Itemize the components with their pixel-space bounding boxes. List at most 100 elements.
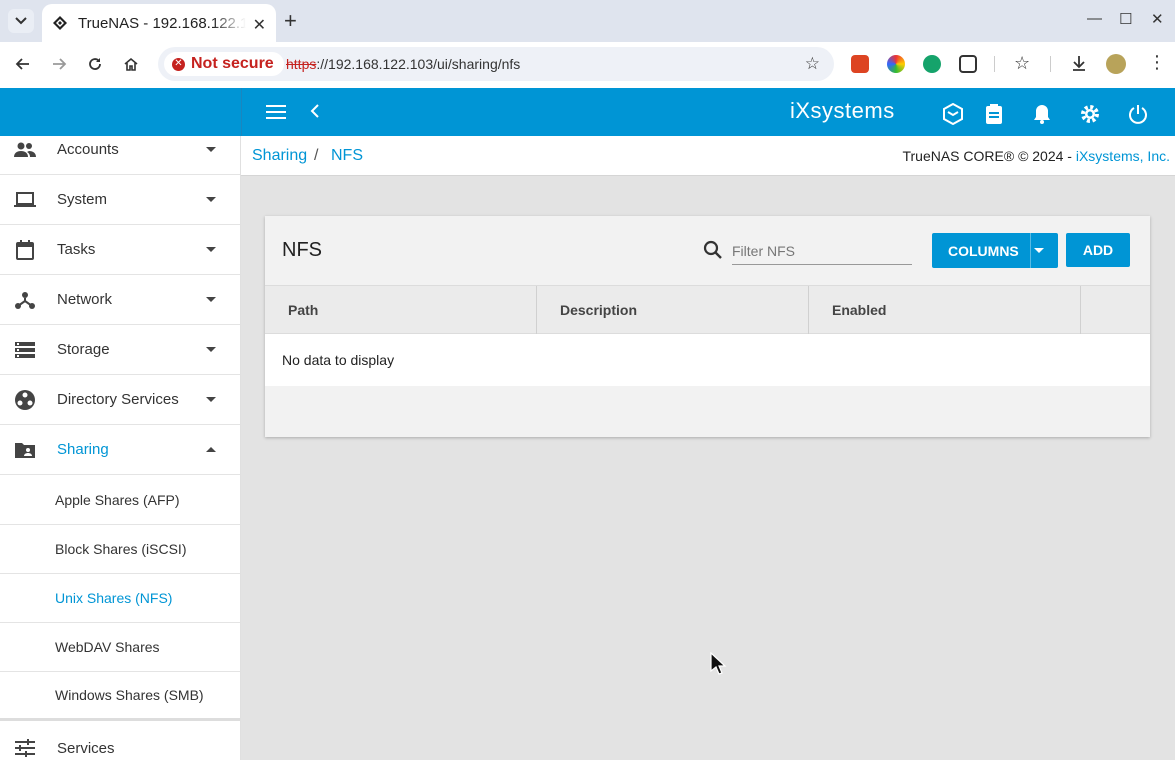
page-title: NFS [282,239,322,261]
laptop-icon [14,189,36,211]
sidebar-subitem-afp[interactable]: Apple Shares (AFP) [0,476,240,525]
close-icon[interactable]: ✕ [253,15,266,35]
chevron-down-icon [206,297,216,302]
mouse-cursor-icon [710,652,727,675]
forward-arrow-icon[interactable] [48,53,70,75]
sidebar: Accounts System Tasks Network Storage Di [0,136,241,760]
sidebar-item-system[interactable]: System [0,175,240,225]
tab-search-button[interactable] [8,9,34,33]
home-icon[interactable] [120,53,142,75]
bell-icon[interactable] [1030,102,1054,126]
warning-icon: ✕ [172,57,185,71]
truecommand-icon[interactable] [941,102,965,126]
columns-button[interactable]: COLUMNS [932,233,1058,268]
company-link[interactable]: iXsystems, Inc. [1076,148,1170,164]
network-icon [14,289,36,311]
sidebar-subitem-smb[interactable]: Windows Shares (SMB) [0,672,240,721]
toolbar-divider-2 [1050,56,1051,72]
reload-icon[interactable] [84,53,106,75]
security-chip[interactable]: ✕ Not secure [164,52,284,76]
sidebar-subitem-label: Unix Shares (NFS) [55,590,173,606]
sidebar-subitem-label: WebDAV Shares [55,639,160,655]
gear-icon[interactable] [1078,102,1102,126]
chevron-down-icon [206,247,216,252]
directory-icon [14,389,36,411]
extensions-puzzle-icon[interactable] [959,55,977,73]
filter-input[interactable] [732,238,912,265]
kebab-menu-icon[interactable]: ⋮ [1148,52,1166,73]
profile-avatar[interactable] [1106,54,1126,74]
sidebar-item-label: Services [57,739,115,757]
grammarly-extension-icon[interactable] [923,55,941,73]
calendar-icon [14,239,36,261]
sidebar-item-directory-services[interactable]: Directory Services [0,375,240,425]
sidebar-item-accounts[interactable]: Accounts [0,136,240,175]
sidebar-item-tasks[interactable]: Tasks [0,225,240,275]
maximize-icon[interactable]: ☐ [1119,10,1132,28]
color-extension-icon[interactable] [887,55,905,73]
sidebar-item-label: Tasks [57,241,96,258]
browser-tab-bar: TrueNAS - 192.168.122.103 ✕ + — ☐ ✕ [0,0,1175,42]
tune-icon [14,737,36,759]
sidebar-subitem-label: Windows Shares (SMB) [55,687,204,703]
sidebar-item-label: Directory Services [57,391,179,408]
button-divider [1030,233,1031,268]
bookmark-star-icon[interactable]: ☆ [805,54,820,74]
sidebar-subitem-nfs[interactable]: Unix Shares (NFS) [0,574,240,623]
breadcrumb-separator: / [314,147,319,164]
download-icon[interactable] [1070,54,1088,77]
people-icon [14,139,36,161]
toolbar-divider [994,56,995,72]
sidebar-item-label: Storage [57,341,110,358]
sidebar-item-services[interactable]: Services [0,723,240,760]
column-header-description[interactable]: Description [537,286,809,334]
sidebar-subitem-iscsi[interactable]: Block Shares (iSCSI) [0,525,240,574]
breadcrumb-nfs[interactable]: NFS [331,147,363,165]
search-icon [703,240,722,259]
breadcrumb: Sharing / NFS TrueNAS CORE® © 2024 - iXs… [241,136,1175,176]
header-divider [241,88,242,136]
add-button[interactable]: ADD [1066,233,1130,267]
copyright-prefix: TrueNAS CORE® © 2024 - [902,148,1076,164]
minimize-icon[interactable]: — [1087,10,1102,27]
table-header: Path Description Enabled [265,285,1150,334]
column-header-path[interactable]: Path [265,286,537,334]
breadcrumb-sharing[interactable]: Sharing [252,147,307,165]
sidebar-item-storage[interactable]: Storage [0,325,240,375]
url-scheme: https [286,56,317,72]
browser-tab[interactable]: TrueNAS - 192.168.122.103 ✕ [42,4,276,42]
sidebar-item-label: Network [57,291,113,308]
columns-button-label: COLUMNS [948,242,1019,259]
chevron-down-icon [206,147,216,152]
folder-shared-icon [14,439,36,461]
chevron-up-icon [206,447,216,452]
window-close-icon[interactable]: ✕ [1151,10,1164,28]
empty-state-message: No data to display [282,352,395,368]
truenas-favicon-icon [53,16,67,30]
security-label: Not secure [191,55,274,72]
sidebar-item-network[interactable]: Network [0,275,240,325]
new-tab-icon[interactable]: + [284,9,297,33]
copyright-text: TrueNAS CORE® © 2024 - iXsystems, Inc. [902,148,1170,164]
column-header-enabled[interactable]: Enabled [809,286,1081,334]
power-icon[interactable] [1126,102,1150,126]
url-text[interactable]: https://192.168.122.103/ui/sharing/nfs [286,56,520,72]
ixsystems-logo: iXsystems [790,98,895,123]
sidebar-subitem-webdav[interactable]: WebDAV Shares [0,623,240,672]
caret-down-icon[interactable] [1034,248,1044,253]
back-arrow-icon[interactable] [12,53,34,75]
favorites-icon[interactable]: ☆ [1014,53,1030,74]
chevron-left-icon[interactable] [310,103,320,124]
sidebar-subitem-label: Block Shares (iSCSI) [55,541,187,557]
chevron-down-icon [206,197,216,202]
sidebar-subitem-label: Apple Shares (AFP) [55,492,180,508]
storage-icon [14,339,36,361]
chevron-down-icon [206,397,216,402]
clipboard-icon[interactable] [982,102,1006,126]
sidebar-item-sharing[interactable]: Sharing [0,425,240,475]
flipboard-extension-icon[interactable] [851,55,869,73]
sidebar-item-label: Sharing [57,441,109,458]
address-bar[interactable]: ✕ Not secure https://192.168.122.103/ui/… [158,47,834,81]
hamburger-menu-icon[interactable] [266,105,286,119]
tab-title: TrueNAS - 192.168.122.103 [78,14,246,32]
